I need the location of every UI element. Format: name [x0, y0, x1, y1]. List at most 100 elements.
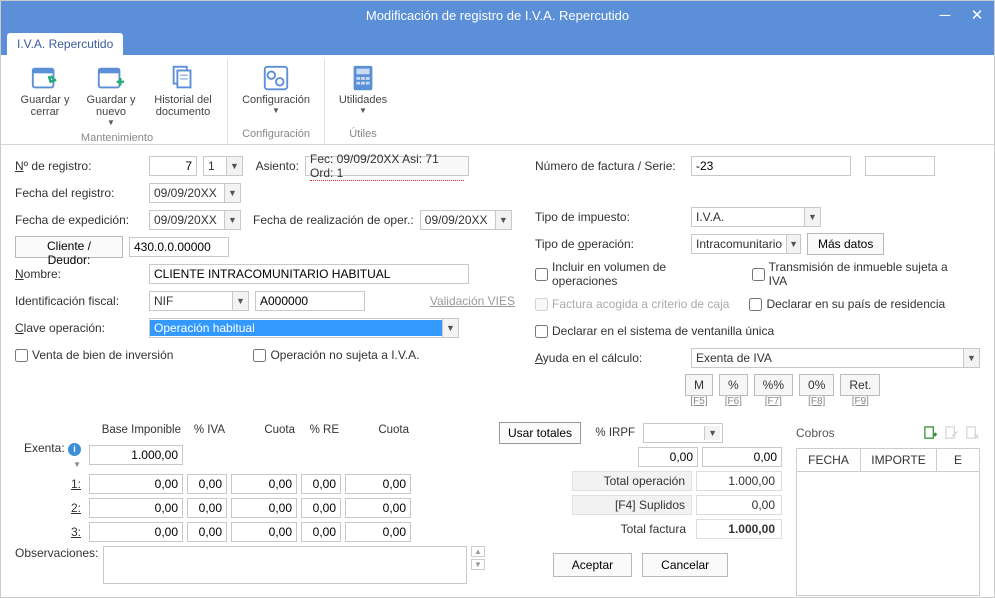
chk-op-no-sujeta[interactable]: Operación no sujeta a I.V.A.	[253, 348, 419, 362]
col-fecha: FECHA	[797, 449, 861, 471]
col-irpf: % IRPF	[587, 425, 637, 441]
history-button[interactable]: Historial del documento	[147, 59, 219, 121]
chk-declarar-pais[interactable]: Declarar en su país de residencia	[749, 297, 945, 311]
r2-re[interactable]	[301, 498, 341, 518]
r3-cuota2[interactable]	[345, 522, 411, 542]
mas-datos-button[interactable]: Más datos	[807, 233, 884, 255]
save-new-button[interactable]: Guardar y nuevo ▼	[81, 59, 141, 130]
edit-cobro-icon[interactable]	[944, 426, 959, 441]
chevron-down-icon: ▼	[442, 319, 458, 337]
irpf-amount-input[interactable]	[702, 447, 782, 467]
chk-venta-bien[interactable]: Venta de bien de inversión	[15, 348, 173, 362]
irpf-combo[interactable]: ▼	[643, 423, 723, 443]
serie-input[interactable]	[865, 156, 935, 176]
info-icon[interactable]: i	[68, 443, 81, 456]
row-1: 1:	[15, 474, 485, 494]
irpf-pct-input[interactable]	[638, 447, 698, 467]
fecha-registro-input[interactable]: 09/09/20XX▼	[149, 183, 241, 203]
chk-incluir-volumen[interactable]: Incluir en volumen de operaciones	[535, 260, 732, 288]
r1-iva[interactable]	[187, 474, 227, 494]
id-fiscal-num-input[interactable]	[255, 291, 365, 311]
ribbon-group-configuracion: Configuración ▼ Configuración	[228, 59, 325, 144]
calc-pct-button[interactable]: %	[719, 374, 748, 396]
document-history-icon	[167, 62, 199, 94]
r3-re[interactable]	[301, 522, 341, 542]
r1-cuota2[interactable]	[345, 474, 411, 494]
col-iva: % IVA	[183, 422, 227, 438]
r2-iva[interactable]	[187, 498, 227, 518]
id-fiscal-tipo-combo[interactable]: NIF▼	[149, 291, 249, 311]
shortcut-f8: [F8]	[808, 396, 825, 407]
r3-iva[interactable]	[187, 522, 227, 542]
observaciones-textarea[interactable]	[103, 546, 467, 584]
chevron-down-icon: ▼	[495, 211, 511, 229]
usar-totales-button[interactable]: Usar totales	[499, 422, 581, 444]
r3-cuota[interactable]	[231, 522, 297, 542]
num-factura-input[interactable]	[691, 156, 851, 176]
cliente-deudor-button[interactable]: Cliente / Deudor:	[15, 236, 123, 258]
minimize-button[interactable]: ─	[934, 7, 956, 24]
tipo-operacion-combo[interactable]: Intracomunitario▼	[691, 234, 801, 254]
chk-ventanilla-unica[interactable]: Declarar en el sistema de ventanilla úni…	[535, 324, 774, 338]
save-close-button[interactable]: Guardar y cerrar	[15, 59, 75, 121]
calc-ret-button[interactable]: Ret.	[840, 374, 880, 396]
config-button[interactable]: Configuración ▼	[236, 59, 316, 118]
label-total-factura: Total factura	[572, 519, 692, 539]
label-fecha-realizacion: Fecha de realización de oper.:	[253, 213, 414, 227]
label-asiento: Asiento:	[249, 159, 299, 173]
accept-button[interactable]: Aceptar	[553, 553, 632, 577]
fecha-realizacion-input[interactable]: 09/09/20XX▼	[420, 210, 512, 230]
window-title: Modificación de registro de I.V.A. Reper…	[366, 8, 629, 23]
ayuda-calculo-combo[interactable]: Exenta de IVA▼	[691, 348, 980, 368]
exenta-base-input[interactable]	[89, 445, 183, 465]
r2-cuota2[interactable]	[345, 498, 411, 518]
calc-pctpct-button[interactable]: %%	[754, 374, 793, 396]
clave-operacion-combo[interactable]: Operación habitual ▼	[149, 318, 459, 338]
ribbon-group-label: Mantenimiento	[81, 130, 153, 148]
r1-cuota[interactable]	[231, 474, 297, 494]
n-registro-input[interactable]	[149, 156, 197, 176]
r1-base[interactable]	[89, 474, 183, 494]
ribbon-group-utiles: Utilidades ▼ Útiles	[325, 59, 401, 144]
r2-base[interactable]	[89, 498, 183, 518]
n-registro-sub-combo[interactable]: 1 ▼	[203, 156, 243, 176]
fecha-expedicion-input[interactable]: 09/09/20XX▼	[149, 210, 241, 230]
chevron-down-icon[interactable]: ▼	[73, 460, 81, 469]
spin-down-icon[interactable]: ▼	[471, 559, 485, 570]
validacion-vies-link[interactable]: Validación VIES	[430, 294, 515, 308]
cliente-input[interactable]	[129, 237, 229, 257]
label-suplidos[interactable]: [F4] Suplidos	[572, 495, 692, 515]
tipo-impuesto-combo[interactable]: I.V.A.▼	[691, 207, 821, 227]
total-operacion-value: 1.000,00	[696, 471, 782, 491]
close-button[interactable]: ✕	[966, 6, 988, 24]
utilities-button[interactable]: Utilidades ▼	[333, 59, 393, 118]
grid-area: Base Imponible % IVA Cuota % RE Cuota Ex…	[1, 422, 994, 596]
spin-up-icon[interactable]: ▲	[471, 546, 485, 557]
col-e: E	[937, 449, 979, 471]
shortcut-f9: [F9]	[852, 396, 869, 407]
calc-m-button[interactable]: M	[685, 374, 713, 396]
calc-zero-button[interactable]: 0%	[799, 374, 834, 396]
nombre-input[interactable]	[149, 264, 469, 284]
label-row2: 2:	[15, 501, 85, 515]
row-exenta: Exenta: i ▼	[15, 441, 485, 470]
ribbon: Guardar y cerrar Guardar y nuevo ▼ Histo…	[1, 55, 994, 145]
delete-cobro-icon[interactable]	[965, 426, 980, 441]
label-total-operacion: Total operación	[572, 471, 692, 491]
label-num-factura: Número de factura / Serie:	[535, 159, 685, 173]
tab-iva-repercutido[interactable]: I.V.A. Repercutido	[7, 33, 123, 55]
r1-re[interactable]	[301, 474, 341, 494]
chk-transmision-inmueble[interactable]: Transmisión de inmueble sujeta a IVA	[752, 260, 966, 288]
r2-cuota[interactable]	[231, 498, 297, 518]
chevron-down-icon: ▼	[804, 208, 820, 226]
r3-base[interactable]	[89, 522, 183, 542]
label-fecha-expedicion: Fecha de expedición:	[15, 213, 143, 227]
label-exenta: Exenta: i ▼	[15, 441, 85, 470]
label-observaciones: Observaciones:	[15, 546, 99, 560]
add-cobro-icon[interactable]	[923, 426, 938, 441]
cancel-button[interactable]: Cancelar	[642, 553, 728, 577]
chevron-down-icon[interactable]: ▼	[226, 157, 242, 175]
col-re: % RE	[297, 422, 341, 438]
label-row3: 3:	[15, 525, 85, 539]
ribbon-group-mantenimiento: Guardar y cerrar Guardar y nuevo ▼ Histo…	[7, 59, 228, 144]
